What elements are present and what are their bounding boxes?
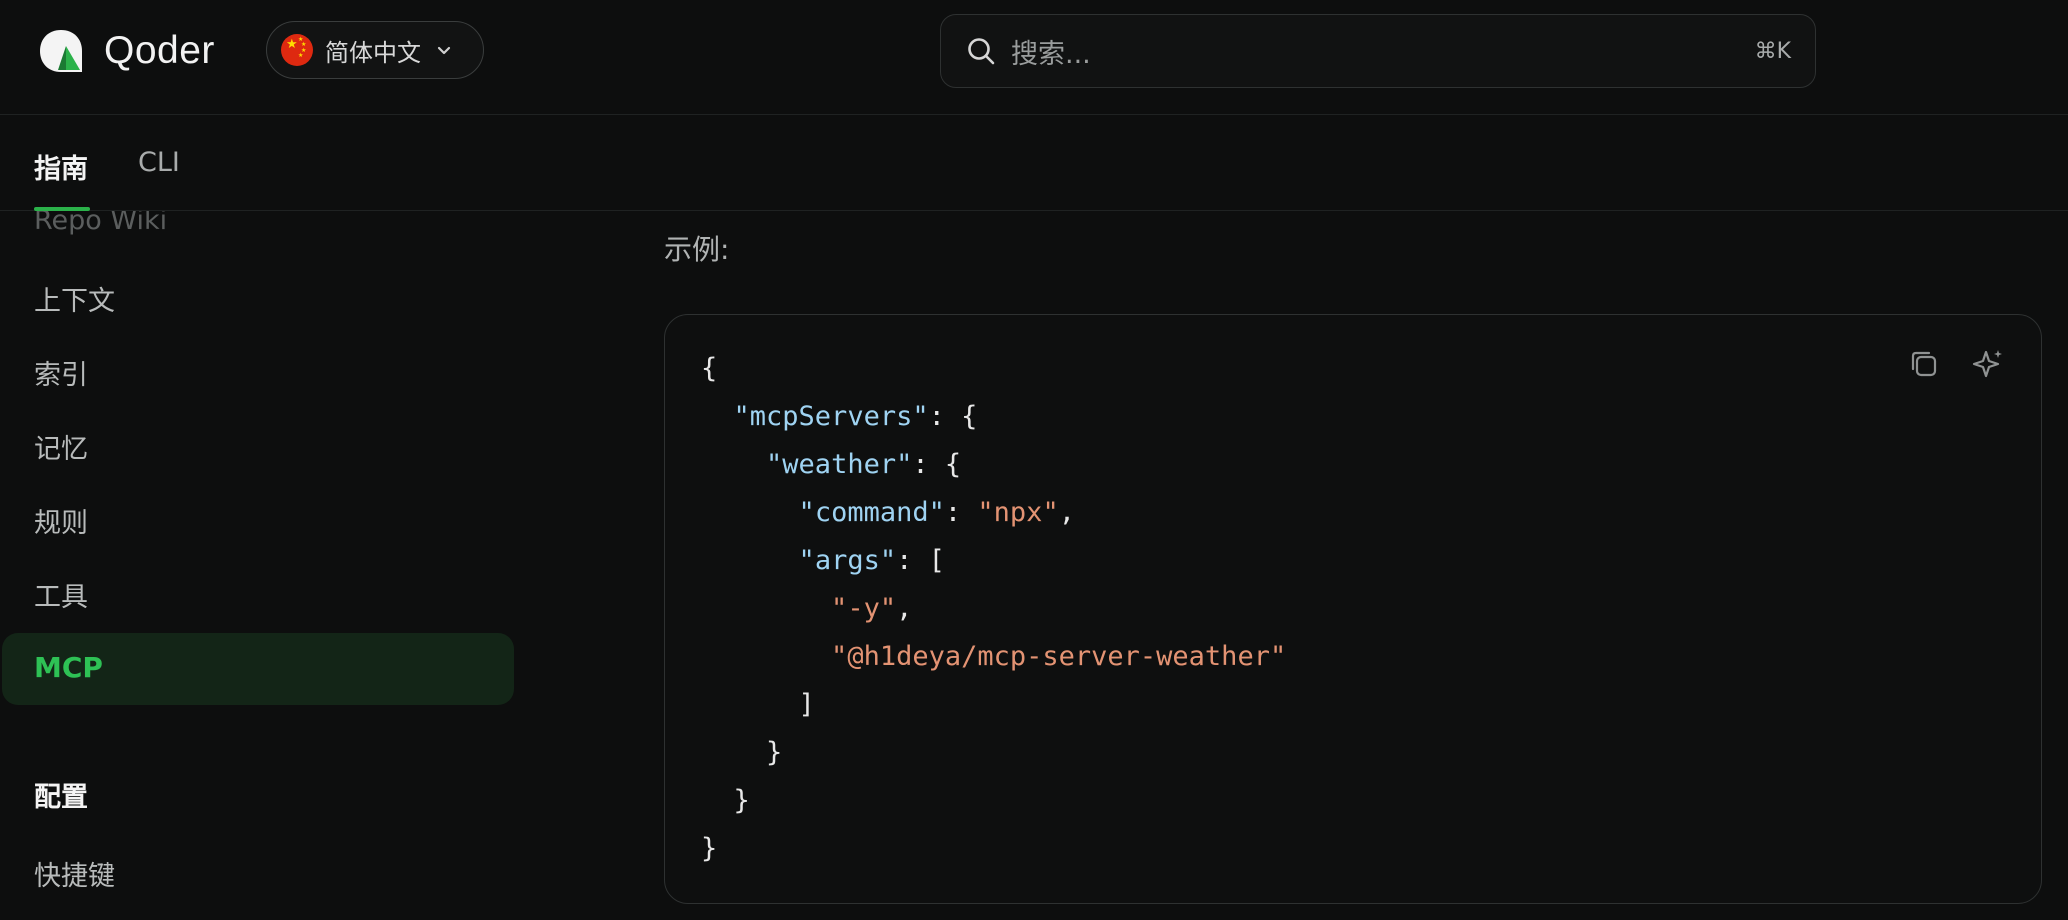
- search-input[interactable]: 搜索... ⌘K: [940, 14, 1816, 88]
- code-line: }: [701, 737, 783, 768]
- code-line: "args": [: [798, 545, 945, 576]
- sidebar-item-repo-wiki[interactable]: Repo Wiki: [34, 211, 167, 236]
- sidebar-item-label: MCP: [34, 651, 103, 684]
- qoder-logo-icon: [40, 30, 82, 72]
- brand-name: Qoder: [104, 29, 215, 72]
- sidebar-item-memory[interactable]: 记忆: [34, 427, 88, 466]
- sidebar-item-rules[interactable]: 规则: [34, 501, 88, 540]
- json-key: mcpServers: [749, 401, 913, 432]
- china-flag-icon: ★ ★ ★ ★ ★: [281, 34, 313, 66]
- code-line: {: [701, 353, 718, 384]
- top-bar: Qoder ★ ★ ★ ★ ★ 简体中文 搜索... ⌘K: [0, 0, 2068, 115]
- sidebar-item-context[interactable]: 上下文: [34, 279, 115, 318]
- search-placeholder: 搜索...: [1011, 38, 1091, 70]
- code-line: }: [701, 833, 718, 864]
- json-key: args: [814, 545, 880, 576]
- sidebar-item-shortcuts[interactable]: 快捷键: [34, 854, 115, 893]
- search-shortcut: ⌘K: [1754, 38, 1791, 64]
- json-key: weather: [782, 449, 897, 480]
- sidebar-item-index[interactable]: 索引: [34, 353, 88, 392]
- code-line: "command": "npx",: [798, 497, 1075, 528]
- json-key: command: [814, 497, 929, 528]
- code-line: "-y",: [831, 593, 913, 624]
- sparkle-icon[interactable]: [1971, 347, 2005, 381]
- code-actions: [1907, 347, 2005, 381]
- code-content: { "mcpServers": { "weather": { "command"…: [701, 345, 1286, 873]
- tab-cli[interactable]: CLI: [138, 147, 180, 178]
- json-string: @h1deya/mcp-server-weather: [847, 641, 1270, 672]
- sidebar-item-mcp[interactable]: MCP: [2, 633, 514, 705]
- json-string: npx: [993, 497, 1043, 528]
- search-icon: [968, 38, 995, 65]
- sidebar: Repo Wiki 上下文 索引 记忆 规则 工具 MCP 配置 快捷键: [0, 211, 520, 920]
- example-label: 示例:: [664, 233, 730, 266]
- top-tabs: 指南 CLI: [0, 115, 2068, 211]
- code-line: "weather": {: [766, 449, 962, 480]
- sidebar-item-tools[interactable]: 工具: [34, 575, 88, 614]
- language-selector[interactable]: ★ ★ ★ ★ ★ 简体中文: [266, 21, 484, 79]
- copy-icon[interactable]: [1907, 347, 1941, 381]
- brand-logo[interactable]: Qoder: [36, 26, 215, 76]
- code-line: "@h1deya/mcp-server-weather": [831, 641, 1287, 672]
- code-line: "mcpServers": {: [733, 401, 978, 432]
- tab-guide[interactable]: 指南: [34, 147, 88, 186]
- code-line: }: [701, 785, 750, 816]
- language-label: 简体中文: [325, 38, 421, 67]
- chevron-down-icon: [437, 46, 451, 55]
- json-string: -y: [847, 593, 880, 624]
- code-block: { "mcpServers": { "weather": { "command"…: [664, 314, 2042, 904]
- code-line: ]: [701, 689, 815, 720]
- sidebar-section-config: 配置: [34, 782, 88, 813]
